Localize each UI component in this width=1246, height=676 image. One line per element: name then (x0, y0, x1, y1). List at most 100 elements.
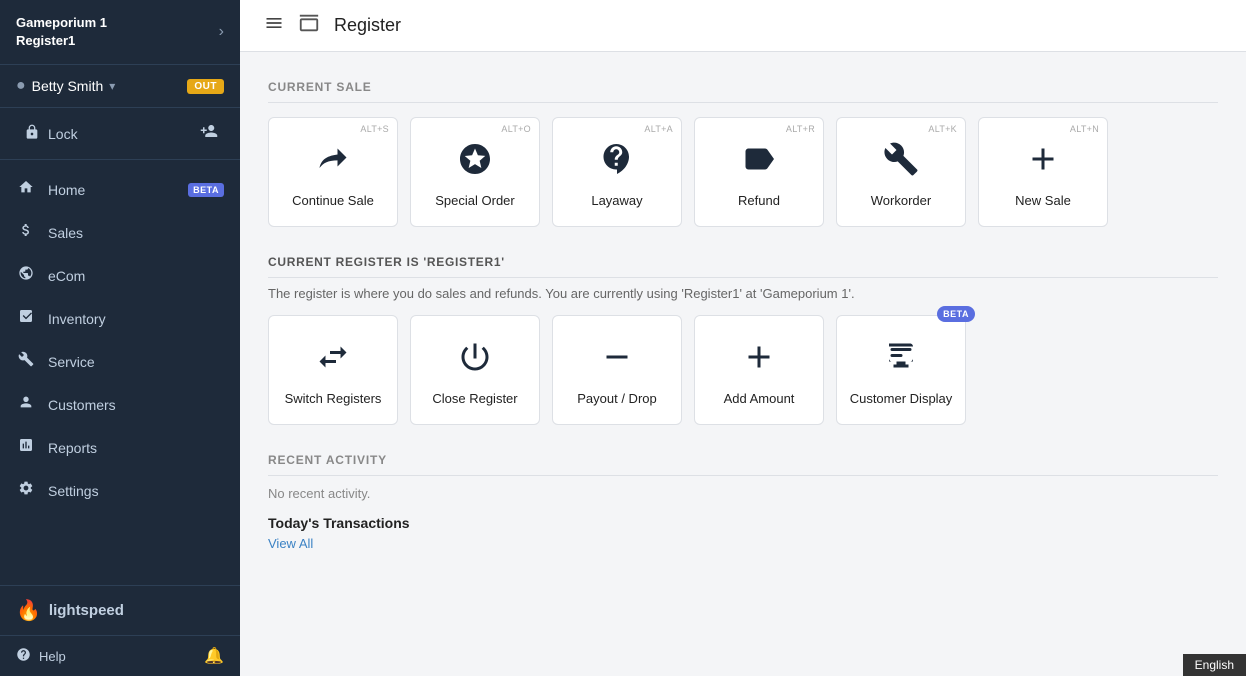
layaway-icon (599, 141, 635, 185)
nav-reports-label: Reports (48, 440, 224, 456)
recent-activity-header: RECENT ACTIVITY (268, 453, 1218, 476)
payout-drop-icon (599, 339, 635, 383)
nav-settings-label: Settings (48, 483, 224, 499)
reports-icon (16, 437, 36, 458)
special-order-shortcut: ALT+O (501, 124, 531, 134)
register-section: CURRENT REGISTER IS 'REGISTER1' The regi… (268, 255, 1218, 425)
register-section-title: CURRENT REGISTER IS 'REGISTER1' (268, 255, 1218, 278)
register-section-description: The register is where you do sales and r… (268, 286, 1218, 301)
sidebar-item-service[interactable]: Service (0, 340, 240, 383)
user-status-badge: OUT (187, 79, 224, 94)
sidebar: Gameporium 1 Register1 › ● Betty Smith ▾… (0, 0, 240, 676)
layaway-card[interactable]: ALT+A Layaway (552, 117, 682, 227)
sidebar-item-sales[interactable]: Sales (0, 211, 240, 254)
lightspeed-logo: 🔥 lightspeed (16, 598, 224, 623)
layaway-label: Layaway (591, 193, 642, 208)
inventory-icon (16, 308, 36, 329)
home-icon (16, 179, 36, 200)
lightspeed-flame-icon: 🔥 (16, 598, 41, 623)
register-cards: Switch Registers Close Register Payout /… (268, 315, 1218, 425)
sidebar-item-ecom[interactable]: eCom (0, 254, 240, 297)
notification-icon[interactable]: 🔔 (204, 646, 224, 666)
switch-registers-icon (315, 339, 351, 383)
current-sale-header: CURRENT SALE (268, 80, 1218, 103)
refund-icon (741, 141, 777, 185)
refund-shortcut: ALT+R (786, 124, 815, 134)
username-label: Betty Smith (32, 78, 104, 94)
sidebar-item-reports[interactable]: Reports (0, 426, 240, 469)
sidebar-item-settings[interactable]: Settings (0, 469, 240, 512)
help-label: Help (39, 649, 66, 664)
customers-icon (16, 394, 36, 415)
new-sale-label: New Sale (1015, 193, 1071, 208)
sidebar-item-inventory[interactable]: Inventory (0, 297, 240, 340)
help-icon (16, 647, 31, 665)
new-sale-card[interactable]: ALT+N New Sale (978, 117, 1108, 227)
layaway-shortcut: ALT+A (644, 124, 673, 134)
home-beta-badge: BETA (188, 183, 224, 197)
nav-inventory-label: Inventory (48, 311, 224, 327)
special-order-card[interactable]: ALT+O Special Order (410, 117, 540, 227)
ecom-icon (16, 265, 36, 286)
new-sale-shortcut: ALT+N (1070, 124, 1099, 134)
help-button[interactable]: Help (16, 647, 66, 665)
special-order-label: Special Order (435, 193, 514, 208)
add-amount-icon (741, 339, 777, 383)
payout-drop-card[interactable]: Payout / Drop (552, 315, 682, 425)
nav-ecom-label: eCom (48, 268, 224, 284)
close-register-card[interactable]: Close Register (410, 315, 540, 425)
new-sale-icon (1025, 141, 1061, 185)
no-activity-text: No recent activity. (268, 486, 1218, 501)
recent-activity-section: RECENT ACTIVITY No recent activity. Toda… (268, 453, 1218, 553)
user-icon: ● (16, 77, 26, 95)
sidebar-expand-icon[interactable]: › (219, 23, 224, 41)
add-amount-card[interactable]: Add Amount (694, 315, 824, 425)
sales-icon (16, 222, 36, 243)
menu-hamburger-icon[interactable] (264, 13, 284, 38)
close-register-icon (457, 339, 493, 383)
add-user-button[interactable] (194, 116, 224, 151)
lock-icon (24, 124, 40, 143)
user-chevron-icon: ▾ (109, 79, 115, 93)
add-amount-label: Add Amount (724, 391, 795, 406)
continue-sale-label: Continue Sale (292, 193, 374, 208)
current-sale-cards: ALT+S Continue Sale ALT+O Special Order … (268, 117, 1218, 227)
workorder-label: Workorder (871, 193, 931, 208)
nav-sales-label: Sales (48, 225, 224, 241)
view-all-link[interactable]: View All (268, 536, 313, 551)
lightspeed-label: lightspeed (49, 602, 124, 619)
sidebar-lock-row: Lock (0, 108, 240, 160)
topbar-title: Register (334, 15, 401, 36)
continue-sale-card[interactable]: ALT+S Continue Sale (268, 117, 398, 227)
sidebar-item-home[interactable]: Home BETA (0, 168, 240, 211)
todays-transactions-label: Today's Transactions (268, 515, 1218, 531)
sidebar-user-row[interactable]: ● Betty Smith ▾ OUT (0, 65, 240, 108)
service-icon (16, 351, 36, 372)
workorder-card[interactable]: ALT+K Workorder (836, 117, 966, 227)
current-sale-section: CURRENT SALE ALT+S Continue Sale ALT+O S… (268, 80, 1218, 227)
continue-sale-icon (315, 141, 351, 185)
topbar: Register (240, 0, 1246, 52)
lock-button[interactable]: Lock (16, 118, 86, 149)
language-button[interactable]: English (1183, 654, 1246, 676)
sidebar-header[interactable]: Gameporium 1 Register1 › (0, 0, 240, 65)
sidebar-bottom-bar: Help 🔔 (0, 635, 240, 676)
customer-display-card[interactable]: BETA Customer Display (836, 315, 966, 425)
payout-drop-label: Payout / Drop (577, 391, 657, 406)
customer-display-label: Customer Display (850, 391, 953, 406)
nav-service-label: Service (48, 354, 224, 370)
refund-card[interactable]: ALT+R Refund (694, 117, 824, 227)
sidebar-item-customers[interactable]: Customers (0, 383, 240, 426)
switch-registers-card[interactable]: Switch Registers (268, 315, 398, 425)
sidebar-footer: 🔥 lightspeed (0, 585, 240, 635)
sidebar-nav: Home BETA Sales eCom Inventory Ser (0, 160, 240, 585)
close-register-label: Close Register (432, 391, 517, 406)
refund-label: Refund (738, 193, 780, 208)
register-icon (298, 12, 320, 40)
nav-customers-label: Customers (48, 397, 224, 413)
customer-display-beta-badge: BETA (937, 306, 975, 322)
continue-sale-shortcut: ALT+S (360, 124, 389, 134)
settings-icon (16, 480, 36, 501)
sidebar-header-title: Gameporium 1 Register1 (16, 14, 107, 50)
content-area: CURRENT SALE ALT+S Continue Sale ALT+O S… (240, 52, 1246, 676)
